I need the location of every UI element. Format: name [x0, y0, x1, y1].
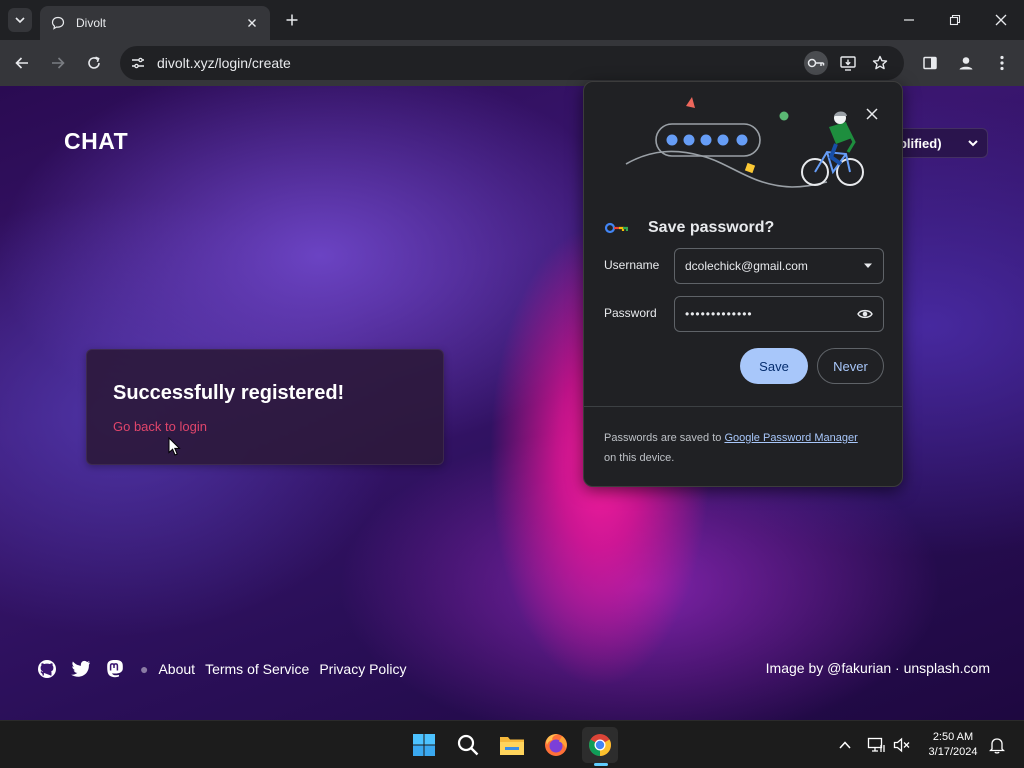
system-clock[interactable]: 2:50 AM 3/17/2024	[922, 730, 984, 760]
mastodon-icon[interactable]	[104, 658, 126, 680]
github-icon[interactable]	[36, 658, 58, 680]
twitter-icon[interactable]	[70, 658, 92, 680]
never-button[interactable]: Never	[817, 348, 884, 384]
profile-icon[interactable]	[954, 51, 978, 75]
browser-tab[interactable]: Divolt	[40, 6, 270, 40]
tab-search-button[interactable]	[8, 8, 32, 32]
forward-button[interactable]	[46, 51, 70, 75]
new-tab-button[interactable]	[282, 10, 302, 30]
back-to-login-link[interactable]: Go back to login	[113, 419, 207, 434]
footer-links: ● About Terms of Service Privacy Policy	[36, 656, 416, 682]
username-label: Username	[604, 258, 660, 272]
footer-prefix: Passwords are saved to	[604, 432, 725, 444]
save-password-dialog: Save password? Username dcolechick@gmail…	[583, 81, 903, 487]
install-app-icon[interactable]	[836, 51, 860, 75]
chevron-up-icon[interactable]	[835, 735, 855, 755]
dialog-footer: Passwords are saved to Google Password M…	[604, 428, 889, 468]
password-manager-link[interactable]: Google Password Manager	[724, 432, 857, 444]
registration-success-card: Successfully registered! Go back to logi…	[86, 349, 444, 465]
save-button[interactable]: Save	[740, 348, 808, 384]
tab-title: Divolt	[76, 16, 107, 30]
password-illustration	[625, 97, 864, 188]
chevron-down-icon	[15, 17, 25, 24]
minimize-button[interactable]	[897, 8, 921, 32]
reload-button[interactable]	[82, 51, 106, 75]
dialog-divider	[584, 406, 902, 407]
side-panel-icon[interactable]	[918, 51, 942, 75]
password-label: Password	[604, 306, 657, 320]
search-icon[interactable]	[450, 727, 486, 763]
chat-bubble-icon	[50, 15, 66, 31]
footer-link-about[interactable]: About	[158, 661, 195, 677]
eye-icon[interactable]	[857, 308, 873, 320]
brand-logo: CHAT	[64, 128, 129, 154]
windows-start-icon[interactable]	[406, 727, 442, 763]
restore-button[interactable]	[943, 8, 967, 32]
key-icon[interactable]	[804, 51, 828, 75]
mouse-cursor-icon	[168, 437, 181, 456]
footer-suffix: on this device.	[604, 452, 675, 464]
tab-close-icon[interactable]	[244, 15, 260, 31]
firefox-icon[interactable]	[538, 727, 574, 763]
url-text[interactable]: divolt.xyz/login/create	[157, 55, 291, 71]
browser-toolbar: divolt.xyz/login/create	[0, 40, 1024, 86]
volume-muted-icon[interactable]	[892, 735, 912, 755]
site-info-icon[interactable]	[128, 53, 148, 73]
dialog-title: Save password?	[648, 219, 775, 236]
close-window-button[interactable]	[989, 8, 1013, 32]
card-title: Successfully registered!	[113, 382, 345, 404]
reload-icon	[88, 56, 100, 69]
dialog-header: Save password?	[604, 219, 774, 237]
password-value: •••••••••••••	[685, 307, 753, 321]
windows-taskbar: 2:50 AM 3/17/2024	[0, 720, 1024, 768]
restore-icon	[949, 14, 961, 26]
password-field[interactable]: •••••••••••••	[674, 296, 884, 332]
back-button[interactable]	[10, 51, 34, 75]
network-icon[interactable]	[866, 735, 886, 755]
tab-strip: Divolt	[0, 0, 1024, 40]
dialog-close-button[interactable]	[862, 104, 882, 124]
footer-link-privacy[interactable]: Privacy Policy	[319, 661, 406, 677]
google-key-icon	[604, 222, 628, 234]
plus-icon	[286, 14, 298, 26]
arrow-left-icon	[15, 57, 28, 69]
notification-bell-icon[interactable]	[987, 735, 1007, 755]
footer-separator: ●	[140, 661, 149, 677]
star-icon[interactable]	[868, 51, 892, 75]
address-bar[interactable]: divolt.xyz/login/create	[120, 46, 904, 80]
username-value: dcolechick@gmail.com	[685, 259, 808, 273]
clock-time: 2:50 AM	[932, 731, 974, 743]
close-icon	[995, 14, 1007, 26]
clock-date: 3/17/2024	[928, 746, 978, 758]
arrow-right-icon	[52, 57, 65, 69]
image-credit[interactable]: Image by @fakurian · unsplash.com	[740, 660, 990, 676]
active-app-indicator	[594, 763, 608, 766]
close-icon	[866, 108, 878, 120]
caret-down-icon	[864, 263, 872, 268]
file-explorer-icon[interactable]	[494, 727, 530, 763]
more-menu-icon[interactable]	[990, 51, 1014, 75]
chevron-down-icon	[968, 140, 978, 147]
footer-link-terms[interactable]: Terms of Service	[205, 661, 309, 677]
minimize-icon	[904, 19, 914, 21]
username-select[interactable]: dcolechick@gmail.com	[674, 248, 884, 284]
chrome-icon[interactable]	[582, 727, 618, 763]
